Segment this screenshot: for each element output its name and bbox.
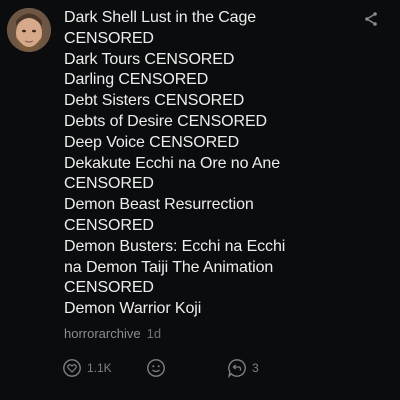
comment-line: CENSORED: [64, 279, 154, 297]
comment-line: na Demon Taiji The Animation: [64, 258, 274, 276]
reply-count: 3: [252, 361, 259, 375]
comment-line: Demon Busters: Ecchi na Ecchi: [64, 237, 286, 255]
comment-line: CENSORED: [64, 175, 154, 193]
smiley-icon: [147, 359, 165, 377]
comment-line: Dark Shell Lust in the Cage: [64, 9, 257, 26]
comment-body: Dark Shell Lust in the Cage CENSORED Dar…: [64, 8, 364, 320]
comment-card: Dark Shell Lust in the Cage CENSORED Dar…: [0, 0, 400, 400]
comment-line: CENSORED: [64, 29, 154, 47]
comment-line: CENSORED: [64, 216, 154, 234]
comment-meta: horrorarchive 1d: [64, 326, 161, 341]
comment-line: Demon Beast Resurrection: [64, 196, 254, 214]
comment-line: Debts of Desire CENSORED: [64, 112, 267, 130]
share-icon[interactable]: [362, 10, 380, 28]
reply-button[interactable]: 3: [227, 356, 259, 380]
comment-line: Debt Sisters CENSORED: [64, 92, 245, 110]
like-button[interactable]: 1.1K: [62, 356, 112, 380]
heart-icon: [63, 359, 81, 377]
comment-line: Dark Tours CENSORED: [64, 50, 235, 68]
comment-line: Demon Warrior Koji: [64, 300, 202, 318]
action-bar: 1.1K 3: [62, 356, 382, 380]
avatar[interactable]: [7, 8, 51, 52]
reply-bubble-icon: [228, 359, 246, 378]
react-button[interactable]: [146, 356, 166, 380]
like-count: 1.1K: [87, 361, 112, 375]
author-name[interactable]: horrorarchive: [64, 326, 141, 341]
comment-line: Darling CENSORED: [64, 71, 209, 89]
comment-line: Deep Voice CENSORED: [64, 133, 240, 151]
comment-line: Dekakute Ecchi na Ore no Ane: [64, 154, 280, 172]
timestamp: 1d: [146, 326, 162, 341]
